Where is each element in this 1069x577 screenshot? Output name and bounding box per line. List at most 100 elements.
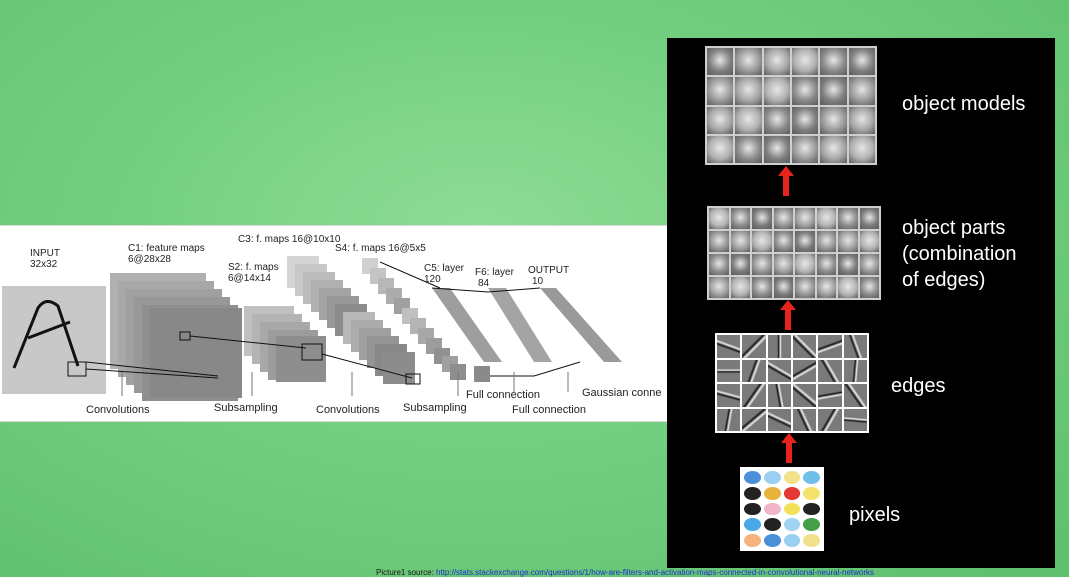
face-part-tile [816,208,836,229]
edges-label: edges [891,375,946,397]
pixels-label: pixels [849,504,901,526]
object-parts-label-line3: of edges) [902,269,986,291]
edge-filter-tile [767,408,791,431]
edge-filter-tile [843,408,867,431]
face-model-tile [763,135,790,163]
pixel-swatch [803,534,820,547]
pixel-swatch [763,534,781,547]
face-model-tile [820,48,847,76]
s4-title: S4: f. maps 16@5x5 [335,243,426,254]
face-model-tile [792,77,819,105]
face-part-tile [730,254,750,275]
face-part-tile [730,231,750,252]
face-part-tile [773,277,793,298]
credit-prefix: Picture1 source: [376,568,437,577]
c1-size: 6@28x28 [128,254,171,265]
op-full-connection-1: Full connection [466,389,540,401]
face-part-tile [709,254,729,275]
op-convolutions-1: Convolutions [86,404,150,416]
face-part-tile [773,254,793,275]
face-part-tile [838,254,858,275]
s2-title: S2: f. maps [228,262,279,273]
edge-filter-tile [843,359,867,382]
face-model-tile [763,48,790,76]
object-models-label: object models [902,93,1026,115]
face-model-tile [735,135,762,163]
face-part-tile [752,208,772,229]
edge-filter-tile [767,359,791,382]
face-part-tile [730,277,750,298]
edge-filter-tile [742,408,766,431]
edge-filter-tile [717,408,741,431]
picture-source-credit: Picture1 source: http://stats.stackexcha… [376,568,874,577]
c1-title: C1: feature maps [128,243,205,254]
edge-filter-tile [818,359,842,382]
up-arrow-icon [780,300,796,330]
face-part-tile [838,277,858,298]
op-convolutions-2: Convolutions [316,404,380,416]
face-model-tile [848,77,875,105]
face-part-tile [859,277,879,298]
c3-title: C3: f. maps 16@10x10 [238,234,341,245]
edge-filter-tile [742,335,766,358]
edge-filter-tile [767,384,791,407]
credit-link[interactable]: http://stats.stackexchange.com/questions… [436,568,874,577]
c1-feature-maps [110,273,242,401]
face-part-tile [859,208,879,229]
c5-title: C5: layer [424,263,465,274]
face-part-tile [795,277,815,298]
op-subsampling-1: Subsampling [214,402,278,414]
edge-filter-tile [767,335,791,358]
up-arrow-icon [778,166,794,196]
face-model-tile [820,77,847,105]
pixel-swatch [803,486,820,500]
face-model-tile [707,77,734,105]
op-full-connection-2: Full connection [512,404,586,416]
input-size: 32x32 [30,259,58,270]
pixel-swatch [744,518,761,532]
edge-filter-tile [793,335,817,358]
pixel-swatch [783,486,801,500]
object-models-grid [705,46,877,165]
input-title: INPUT [30,248,60,259]
edge-filter-tile [742,359,766,382]
face-model-tile [792,106,819,134]
face-part-tile [838,231,858,252]
face-model-tile [707,48,734,76]
pixel-swatch [803,471,820,484]
op-subsampling-2: Subsampling [403,402,467,414]
edge-filter-tile [793,384,817,407]
face-part-tile [795,254,815,275]
face-model-tile [820,106,847,134]
pixel-swatch [744,486,761,500]
face-model-tile [848,48,875,76]
edge-filter-tile [793,359,817,382]
face-part-tile [795,208,815,229]
face-part-tile [752,231,772,252]
face-part-tile [816,254,836,275]
edge-filter-tile [843,335,867,358]
pixel-swatch [783,518,801,532]
face-model-tile [763,106,790,134]
edge-filter-tile [717,335,741,358]
edges-grid [715,333,869,433]
c5-size: 120 [424,274,441,285]
object-parts-grid [707,206,881,300]
face-model-tile [735,106,762,134]
up-arrow-icon [781,433,797,463]
face-model-tile [848,135,875,163]
face-model-tile [735,48,762,76]
pixel-swatch [803,502,820,516]
face-model-tile [763,77,790,105]
lenet-diagram: INPUT 32x32 C1: feature maps 6@28x28 S2:… [0,225,672,422]
object-parts-label-line1: object parts [902,217,1006,239]
face-model-tile [792,48,819,76]
face-part-tile [709,208,729,229]
s2-size: 6@14x14 [228,273,271,284]
face-part-tile [859,231,879,252]
face-model-tile [707,135,734,163]
face-part-tile [795,231,815,252]
face-model-tile [792,135,819,163]
face-model-tile [707,106,734,134]
face-model-tile [848,106,875,134]
